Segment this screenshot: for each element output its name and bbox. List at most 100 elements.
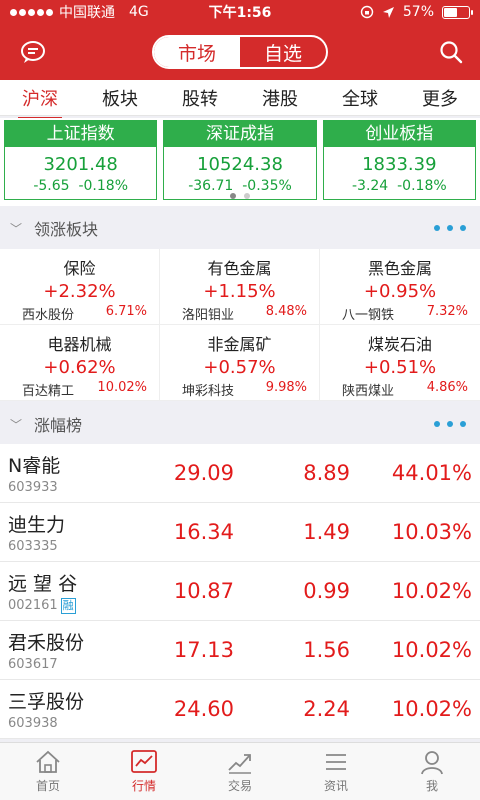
sector-cell[interactable]: 电器机械 +0.62% 百达精工 10.02% — [0, 325, 160, 401]
stock-change-pct: 10.03% — [391, 520, 472, 544]
segment-watchlist[interactable]: 自选 — [240, 37, 326, 67]
stock-change: 1.56 — [303, 638, 350, 662]
sector-name: 黑色金属 — [367, 259, 432, 278]
stock-change: 2.24 — [303, 697, 350, 721]
stock-code: 603938 — [8, 716, 58, 731]
network-label: 4G — [129, 4, 149, 20]
lead-stock-change: 6.71% — [105, 304, 147, 319]
lead-stock: 八一钢铁 — [342, 308, 395, 323]
location-icon — [382, 6, 394, 18]
status-bar: 中国联通 4G 下午1:56 57% — [0, 0, 480, 24]
nav-label: 交易 — [227, 779, 252, 793]
index-change: -5.65 -0.18% — [33, 178, 128, 194]
battery-icon — [442, 5, 473, 19]
index-change: -3.24 -0.18% — [351, 178, 447, 194]
lead-stock: 百达精工 — [22, 384, 75, 399]
gainers-list: N睿能 603933 29.09 8.89 44.01% 迪生力 603335 16… — [0, 444, 480, 739]
stock-row[interactable]: 远 望 谷 002161 融 10.87 0.99 10.02% — [0, 562, 480, 621]
segment-market[interactable]: 市场 — [154, 37, 240, 67]
more-icon[interactable] — [434, 421, 466, 427]
more-icon[interactable] — [434, 225, 466, 231]
market-tabs: 沪深 板块 股转 港股 全球 更多 — [0, 80, 480, 120]
nav-me[interactable]: 我 — [384, 743, 480, 800]
sector-name: 煤炭石油 — [367, 335, 432, 354]
sector-cell[interactable]: 煤炭石油 +0.51% 陕西煤业 4.86% — [320, 325, 480, 401]
lead-stock-change: 9.98% — [265, 380, 307, 395]
nav-quotes[interactable]: 行情 — [96, 743, 192, 800]
tab-more[interactable]: 更多 — [414, 85, 466, 111]
message-icon[interactable] — [18, 37, 48, 67]
sector-grid: 保险 +2.32% 西水股份 6.71% 有色金属 +1.15% 洛阳钼业 8.48… — [0, 249, 480, 401]
nav-label: 资讯 — [323, 779, 348, 793]
stock-row[interactable]: 三孚股份 603938 24.60 2.24 10.02% — [0, 680, 480, 739]
nav-home[interactable]: 首页 — [0, 743, 96, 800]
sector-name: 电器机械 — [47, 335, 112, 354]
tab-neeq[interactable]: 股转 — [174, 85, 226, 111]
sector-cell[interactable]: 保险 +2.32% 西水股份 6.71% — [0, 249, 160, 325]
sector-name: 非金属矿 — [207, 335, 272, 354]
carrier-label: 中国联通 — [59, 5, 115, 21]
lead-stock: 西水股份 — [22, 308, 75, 323]
stock-price: 29.09 — [173, 461, 234, 485]
sector-change: +0.57% — [203, 357, 276, 378]
stock-row[interactable]: 迪生力 603335 16.34 1.49 10.03% — [0, 503, 480, 562]
index-name: 深证成指 — [164, 121, 316, 147]
stock-price: 17.13 — [173, 638, 234, 662]
tab-hk[interactable]: 港股 — [254, 85, 306, 111]
lead-stock: 陕西煤业 — [342, 384, 395, 399]
sector-change: +0.51% — [363, 357, 437, 378]
stock-name: 君禾股份 — [8, 632, 85, 654]
section-title: 领涨板块 — [34, 220, 99, 239]
stock-row[interactable]: 君禾股份 603617 17.13 1.56 10.02% — [0, 621, 480, 680]
index-card-shanghai[interactable]: 上证指数 3201.48 -5.65 -0.18% — [4, 120, 158, 200]
index-change: -36.71 -0.35% — [188, 178, 292, 194]
nav-trade[interactable]: 交易 — [192, 743, 288, 800]
orientation-lock-icon — [360, 5, 374, 19]
stock-code: 002161 融 — [8, 597, 76, 614]
index-value: 3201.48 — [43, 154, 118, 175]
nav-news[interactable]: 资讯 — [288, 743, 384, 800]
nav-label: 行情 — [131, 779, 156, 793]
tab-global[interactable]: 全球 — [334, 85, 386, 111]
list-icon — [326, 754, 346, 770]
sector-cell[interactable]: 有色金属 +1.15% 洛阳钼业 8.48% — [160, 249, 320, 325]
stock-name: 三孚股份 — [8, 691, 85, 713]
stock-change-pct: 10.02% — [391, 579, 472, 603]
stock-code: 603335 — [8, 539, 58, 554]
battery-percent: 57% — [402, 4, 434, 20]
search-icon[interactable] — [436, 37, 466, 67]
sector-cell[interactable]: 黑色金属 +0.95% 八一钢铁 7.32% — [320, 249, 480, 325]
sector-change: +0.62% — [43, 357, 116, 378]
lead-stock-change: 7.32% — [426, 304, 468, 319]
stock-change-pct: 10.02% — [391, 697, 472, 721]
page-indicator — [0, 193, 480, 199]
tab-sectors[interactable]: 板块 — [94, 85, 146, 111]
lead-stock: 坤彩科技 — [182, 384, 235, 399]
stock-name: 远 望 谷 — [8, 572, 78, 595]
stock-price: 16.34 — [173, 520, 234, 544]
index-value: 1833.39 — [362, 154, 437, 175]
stock-change-pct: 44.01% — [391, 461, 472, 485]
chart-line-icon — [131, 750, 157, 773]
user-icon — [421, 751, 443, 775]
chevron-down-icon: ﹀ — [10, 221, 23, 236]
index-card-chinext[interactable]: 创业板指 1833.39 -3.24 -0.18% — [322, 120, 476, 200]
sector-name: 保险 — [63, 259, 96, 278]
lead-stock-change: 10.02% — [97, 380, 147, 395]
stock-change: 8.89 — [303, 461, 350, 485]
gainers-section-header[interactable]: ﹀ 涨幅榜 — [0, 404, 480, 444]
trade-icon — [228, 754, 251, 774]
stock-price: 10.87 — [173, 579, 234, 603]
sector-cell[interactable]: 非金属矿 +0.57% 坤彩科技 9.98% — [160, 325, 320, 401]
tab-hushen[interactable]: 沪深 — [14, 85, 66, 120]
index-card-shenzhen[interactable]: 深证成指 10524.38 -36.71 -0.35% — [163, 120, 317, 200]
home-icon — [36, 750, 60, 773]
chevron-down-icon: ﹀ — [10, 417, 23, 432]
section-title: 涨幅榜 — [34, 416, 83, 435]
stock-change: 1.49 — [303, 520, 350, 544]
sectors-section-header[interactable]: ﹀ 领涨板块 — [0, 208, 480, 248]
index-value: 10524.38 — [197, 154, 283, 175]
lead-stock-change: 4.86% — [426, 380, 468, 395]
lead-stock-change: 8.48% — [265, 304, 307, 319]
stock-row[interactable]: N睿能 603933 29.09 8.89 44.01% — [0, 444, 480, 503]
